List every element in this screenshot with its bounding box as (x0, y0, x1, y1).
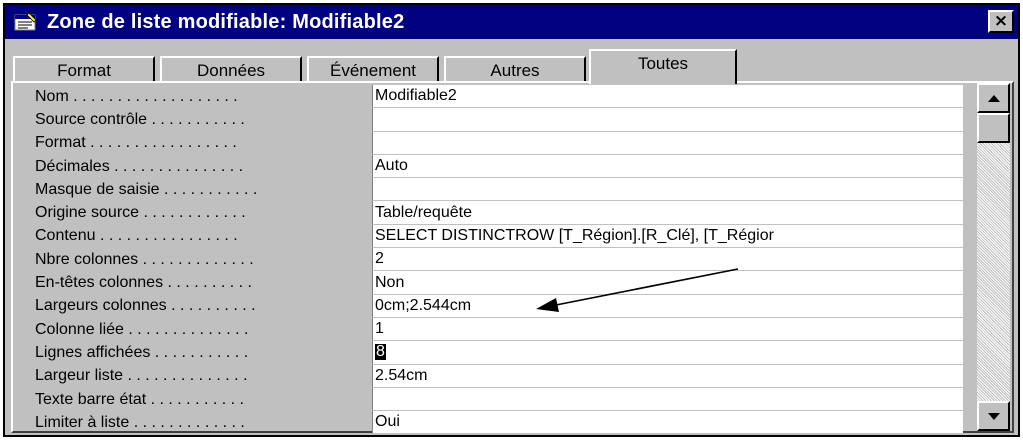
property-row-limiter-a-liste: Limiter à liste . . . . . . . . . . . . … (23, 411, 963, 435)
title-bar[interactable]: Zone de liste modifiable: Modifiable2 × (5, 5, 1018, 39)
property-value-field[interactable]: Oui (372, 411, 963, 435)
property-label: Décimales . . . . . . . . . . . . . . . (35, 157, 244, 175)
property-row-contenu: Contenu . . . . . . . . . . . . . . . . … (23, 224, 963, 249)
property-label: Origine source . . . . . . . . . . . . (35, 204, 246, 222)
property-label: Largeur liste . . . . . . . . . . . . . … (35, 367, 248, 385)
property-value-field[interactable]: 2 (372, 248, 963, 272)
property-row-format: Format . . . . . . . . . . . . . . . . . (23, 131, 963, 155)
tab-label: Autres (490, 60, 540, 80)
property-sheet: Nom . . . . . . . . . . . . . . . . . . … (11, 81, 1014, 435)
tab-strip: Format Données Événement Autres Toutes (5, 39, 1018, 84)
property-value-field[interactable]: 0cm;2.544cm (372, 294, 963, 318)
property-row-en-tetes-colonnes: En-têtes colonnes . . . . . . . . . . No… (23, 271, 963, 295)
property-row-source-controle: Source contrôle . . . . . . . . . . . (23, 108, 963, 132)
property-value-field[interactable]: Non (372, 271, 963, 295)
property-value-field[interactable] (372, 131, 963, 155)
property-value-field[interactable]: Table/requête (372, 201, 963, 225)
tab-toutes[interactable]: Toutes (589, 49, 737, 84)
tab-format[interactable]: Format (13, 56, 155, 83)
property-value-field[interactable]: 8 (372, 341, 963, 365)
tab-label: Toutes (637, 54, 689, 73)
property-value-field[interactable]: 1 (372, 317, 963, 342)
property-value-field[interactable]: Auto (372, 154, 963, 179)
close-icon: × (993, 11, 1009, 31)
property-label: Contenu . . . . . . . . . . . . . . . . (35, 227, 238, 245)
property-sheet-window: Zone de liste modifiable: Modifiable2 × … (3, 3, 1020, 437)
property-row-origine-source: Origine source . . . . . . . . . . . . T… (23, 201, 963, 225)
property-value-field[interactable] (372, 178, 963, 202)
tab-label: Événement (330, 60, 416, 80)
property-value-field[interactable] (372, 108, 963, 132)
close-button[interactable]: × (988, 10, 1014, 33)
property-row-largeur-liste: Largeur liste . . . . . . . . . . . . . … (23, 364, 963, 388)
tab-label: Format (57, 60, 111, 80)
vertical-scrollbar[interactable] (977, 83, 1010, 431)
property-label: Source contrôle . . . . . . . . . . . (35, 110, 245, 128)
scroll-thumb[interactable] (977, 113, 1010, 143)
property-label: Lignes affichées . . . . . . . . . . . (35, 343, 249, 361)
property-row-lignes-affichees: Lignes affichées . . . . . . . . . . . 8 (23, 341, 963, 365)
property-label: Nom . . . . . . . . . . . . . . . . . . … (35, 87, 238, 105)
property-row-nbre-colonnes: Nbre colonnes . . . . . . . . . . . . . … (23, 248, 963, 272)
property-row-texte-barre-etat: Texte barre état . . . . . . . . . . . (23, 387, 963, 412)
property-label: Nbre colonnes . . . . . . . . . . . . . (35, 250, 254, 268)
property-label: Masque de saisie . . . . . . . . . . . (35, 180, 258, 198)
tab-label: Données (196, 60, 266, 80)
tab-autres[interactable]: Autres (444, 56, 586, 83)
property-row-colonne-liee: Colonne liée . . . . . . . . . . . . . .… (23, 317, 963, 342)
property-label: Largeurs colonnes . . . . . . . . . . (35, 297, 256, 315)
property-label: Texte barre état . . . . . . . . . . . (35, 390, 244, 408)
property-value-field[interactable]: SELECT DISTINCTROW [T_Région].[R_Clé], [… (372, 224, 963, 249)
tab-evenement[interactable]: Événement (307, 56, 439, 83)
property-value-field[interactable] (372, 387, 963, 412)
triangle-down-icon (987, 412, 1000, 420)
property-grid: Nom . . . . . . . . . . . . . . . . . . … (23, 85, 963, 435)
property-label: Format . . . . . . . . . . . . . . . . . (35, 134, 237, 152)
property-value-field[interactable]: 2.54cm (372, 364, 963, 388)
selected-value[interactable]: 8 (375, 344, 386, 361)
triangle-up-icon (987, 94, 1000, 102)
scroll-up-button[interactable] (977, 83, 1010, 113)
property-label: Limiter à liste . . . . . . . . . . . . … (35, 413, 245, 431)
property-row-masque-de-saisie: Masque de saisie . . . . . . . . . . . (23, 178, 963, 202)
property-sheet-icon (13, 11, 39, 33)
property-label: Colonne liée . . . . . . . . . . . . . . (35, 320, 249, 338)
property-value-field[interactable]: Modifiable2 (372, 85, 963, 109)
tab-donnees[interactable]: Données (160, 56, 302, 83)
property-row-nom: Nom . . . . . . . . . . . . . . . . . . … (23, 85, 963, 109)
property-label: En-têtes colonnes . . . . . . . . . . (35, 274, 252, 292)
scroll-down-button[interactable] (977, 401, 1010, 431)
window-title: Zone de liste modifiable: Modifiable2 (47, 10, 405, 33)
property-row-decimales: Décimales . . . . . . . . . . . . . . . … (23, 154, 963, 179)
property-row-largeurs-colonnes: Largeurs colonnes . . . . . . . . . . 0c… (23, 294, 963, 318)
